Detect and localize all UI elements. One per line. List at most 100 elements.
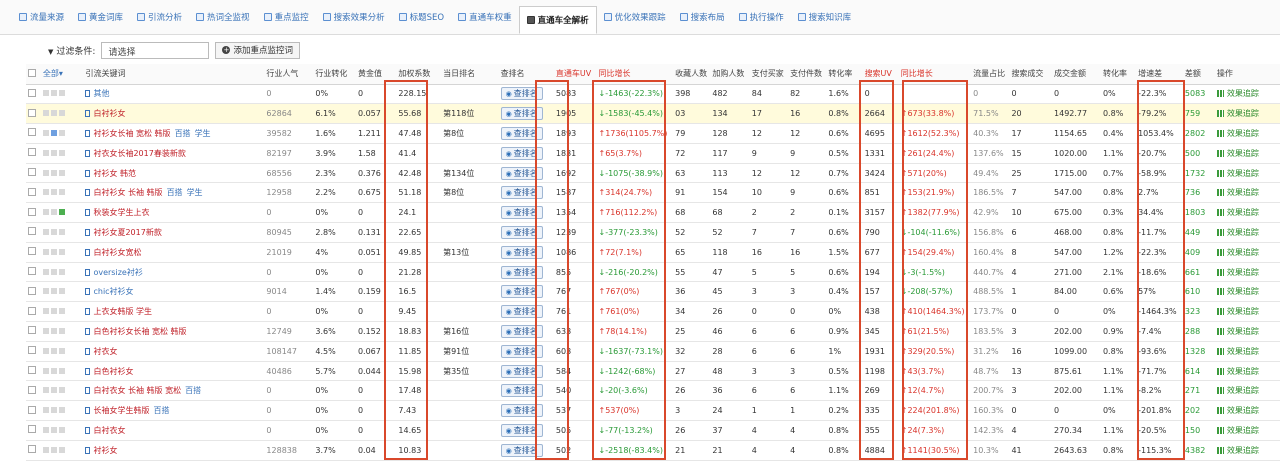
check-rank-button[interactable]: 查排名 [500, 384, 543, 398]
column-header-0[interactable]: 全部▾ [40, 64, 84, 85]
row-checkbox-cell[interactable] [26, 103, 41, 125]
tab-0[interactable]: 流量来源 [12, 4, 71, 30]
effect-tracking-link[interactable]: 效果追踪 [1217, 208, 1259, 217]
keyword-cell[interactable]: 衬衫女夏2017新款 [83, 222, 265, 243]
column-header-8[interactable]: 直通车UV↓ [553, 64, 597, 85]
effect-tracking-link[interactable]: 效果追踪 [1217, 228, 1259, 237]
row-checkbox-cell[interactable] [26, 163, 41, 184]
row-checkbox[interactable] [28, 227, 36, 236]
tab-1[interactable]: 黄金词库 [71, 4, 130, 30]
column-header-23[interactable]: 操作 [1214, 64, 1280, 85]
check-rank-button[interactable]: 查排名 [500, 404, 543, 418]
row-checkbox[interactable] [28, 148, 36, 157]
keyword-text[interactable]: 长袖女学生韩版 [93, 406, 149, 415]
effect-tracking-link[interactable]: 效果追踪 [1217, 169, 1259, 178]
row-checkbox[interactable] [28, 286, 36, 295]
row-checkbox[interactable] [28, 405, 36, 414]
tab-4[interactable]: 重点监控 [257, 4, 316, 30]
select-all-checkbox-cell[interactable] [26, 64, 41, 85]
check-rank-button[interactable]: 查排名 [500, 364, 543, 378]
column-header-6[interactable]: 当日排名 [441, 64, 499, 85]
keyword-cell[interactable]: 长袖女学生韩版 百搭 [83, 400, 265, 422]
check-rank-button[interactable]: 查排名 [500, 443, 543, 457]
row-checkbox-cell[interactable] [26, 281, 41, 303]
keyword-text[interactable]: 白色衬衫女长袖 宽松 韩版 [93, 327, 186, 336]
column-header-15[interactable]: 搜索UV [862, 64, 899, 85]
row-checkbox-cell[interactable] [26, 440, 41, 461]
keyword-cell[interactable]: chic衬衫女 [83, 281, 265, 303]
keyword-cell[interactable]: 白衬衫女宽松 [83, 242, 265, 263]
check-rank-button[interactable]: 查排名 [500, 324, 543, 338]
row-checkbox-cell[interactable] [26, 301, 41, 323]
check-rank-button[interactable]: 查排名 [500, 107, 543, 121]
keyword-text[interactable]: 白色衬衫女 [93, 367, 133, 376]
effect-tracking-link[interactable]: 效果追踪 [1217, 386, 1259, 395]
check-rank-button[interactable]: 查排名 [500, 265, 543, 279]
keyword-text[interactable]: 衬衫女 韩范 [93, 169, 136, 178]
row-checkbox-cell[interactable] [26, 123, 41, 144]
effect-tracking-link[interactable]: 效果追踪 [1217, 287, 1259, 296]
column-header-3[interactable]: 行业转化 [313, 64, 356, 85]
row-checkbox[interactable] [28, 108, 36, 117]
keyword-cell[interactable]: 衬衫女长袖 宽松 韩版 百搭 学生 [83, 123, 265, 144]
row-checkbox[interactable] [28, 128, 36, 137]
keyword-text[interactable]: 白衬衣女 长袖 韩版 宽松 [93, 386, 181, 395]
keyword-text[interactable]: 白衬衫女 长袖 韩版 [93, 188, 162, 197]
add-monitor-keyword-button[interactable]: + 添加重点监控词 [215, 41, 300, 59]
row-checkbox[interactable] [28, 385, 36, 394]
row-checkbox-cell[interactable] [26, 84, 41, 105]
tab-3[interactable]: 热词全监视 [189, 4, 257, 30]
column-header-2[interactable]: 行业人气 [264, 64, 314, 85]
tab-8[interactable]: 直通车全解析 [518, 6, 597, 34]
keyword-cell[interactable]: 白衬衣女 [83, 420, 265, 441]
check-rank-button[interactable]: 查排名 [500, 225, 543, 239]
effect-tracking-link[interactable]: 效果追踪 [1217, 327, 1259, 336]
column-header-17[interactable]: 流量占比 [971, 64, 1010, 85]
keyword-text[interactable]: 白衬衫女宽松 [93, 248, 141, 257]
tab-9[interactable]: 优化效果跟踪 [597, 4, 673, 30]
row-checkbox[interactable] [28, 445, 36, 454]
keyword-text[interactable]: 秋装女学生上衣 [93, 208, 149, 217]
row-checkbox[interactable] [28, 306, 36, 315]
keyword-cell[interactable]: 衬衣女 [83, 341, 265, 362]
effect-tracking-link[interactable]: 效果追踪 [1217, 129, 1259, 138]
keyword-text[interactable]: 衬衫女夏2017新款 [93, 228, 161, 237]
row-checkbox-cell[interactable] [26, 321, 41, 342]
tab-6[interactable]: 标题SEO [392, 4, 451, 30]
tab-10[interactable]: 搜索布局 [673, 4, 732, 30]
column-header-14[interactable]: 转化率 [826, 64, 863, 85]
keyword-cell[interactable]: 衬衫女 韩范 [83, 163, 265, 184]
row-checkbox-cell[interactable] [26, 242, 41, 263]
keyword-text[interactable]: 其他 [93, 89, 109, 98]
row-checkbox[interactable] [28, 366, 36, 375]
effect-tracking-link[interactable]: 效果追踪 [1217, 109, 1259, 118]
select-all-checkbox[interactable] [28, 68, 36, 77]
check-rank-button[interactable]: 查排名 [500, 423, 543, 437]
row-checkbox-cell[interactable] [26, 182, 41, 204]
row-checkbox[interactable] [28, 267, 36, 276]
row-checkbox-cell[interactable] [26, 222, 41, 243]
keyword-cell[interactable]: 白色衬衫女 [83, 361, 265, 382]
row-checkbox[interactable] [28, 346, 36, 355]
row-checkbox-cell[interactable] [26, 341, 41, 362]
row-checkbox[interactable] [28, 247, 36, 256]
column-header-13[interactable]: 支付件数 [788, 64, 827, 85]
effect-tracking-link[interactable]: 效果追踪 [1217, 347, 1259, 356]
effect-tracking-link[interactable]: 效果追踪 [1217, 268, 1259, 277]
row-checkbox-cell[interactable] [26, 262, 41, 283]
row-checkbox[interactable] [28, 168, 36, 177]
filter-select[interactable]: 请选择 [101, 41, 210, 59]
effect-tracking-link[interactable]: 效果追踪 [1217, 307, 1259, 316]
row-checkbox-cell[interactable] [26, 380, 41, 402]
check-rank-button[interactable]: 查排名 [500, 305, 543, 319]
column-header-5[interactable]: 加权系数 [396, 64, 442, 85]
keyword-text[interactable]: 白衬衣女 [93, 426, 125, 435]
effect-tracking-link[interactable]: 效果追踪 [1217, 406, 1259, 415]
keyword-cell[interactable]: 衬衣女长袖2017春装新款 [83, 143, 265, 164]
check-rank-button[interactable]: 查排名 [500, 285, 543, 299]
check-rank-button[interactable]: 查排名 [500, 126, 543, 140]
row-checkbox-cell[interactable] [26, 420, 41, 441]
row-checkbox-cell[interactable] [26, 400, 41, 422]
column-header-7[interactable]: 查排名 [498, 64, 554, 85]
keyword-text[interactable]: oversize衬衫 [93, 268, 142, 277]
